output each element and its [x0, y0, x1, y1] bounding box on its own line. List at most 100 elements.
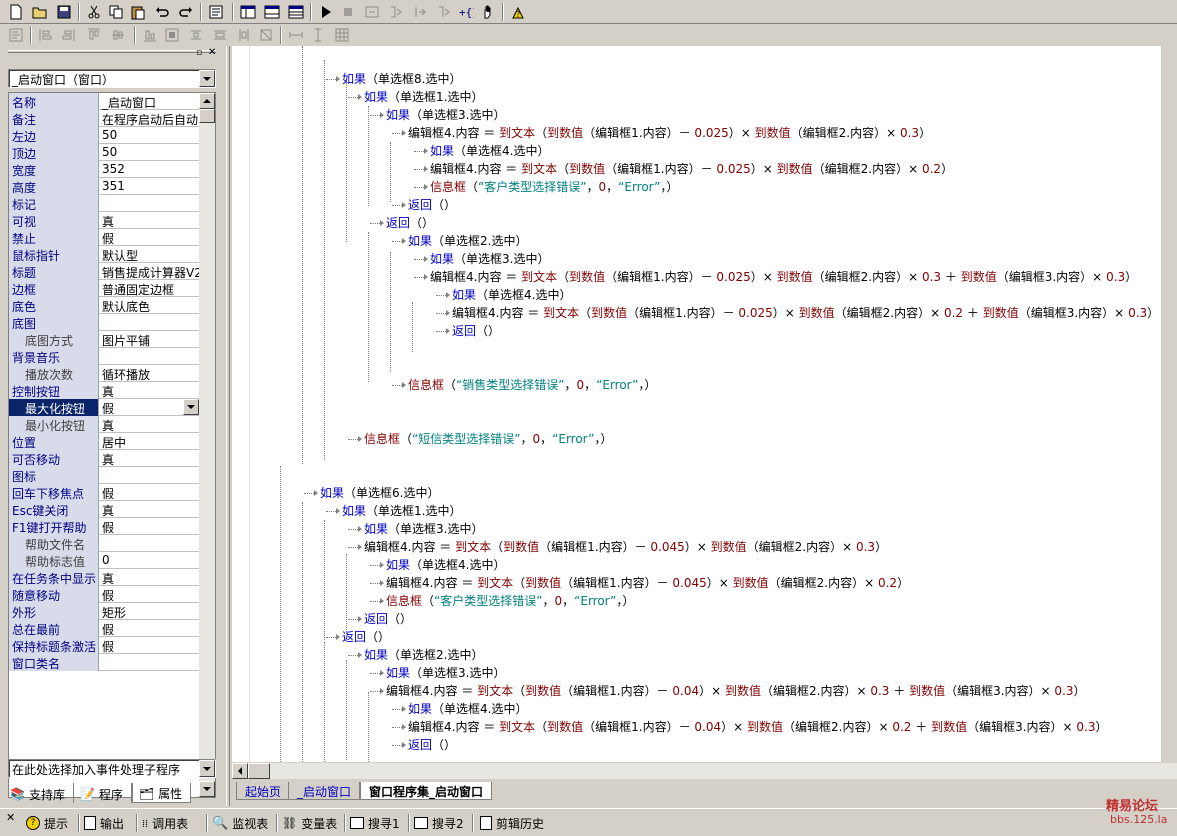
event-selector[interactable]: 在此处选择加入事件处理子程序: [8, 759, 216, 778]
property-row[interactable]: 可视真: [9, 212, 199, 229]
code-line[interactable]: 如果（单选框4.选中）: [452, 288, 571, 302]
code-line[interactable]: 返回（）: [452, 324, 500, 338]
same-width-icon[interactable]: [210, 25, 230, 45]
property-value[interactable]: 默认型: [100, 246, 199, 263]
step-into-icon[interactable]: [362, 2, 382, 22]
property-value[interactable]: 假: [100, 637, 199, 654]
align-center-v-icon[interactable]: [108, 25, 128, 45]
tab-support-library[interactable]: 📚 支持库: [4, 783, 74, 803]
code-line[interactable]: 信息框（“短信类型选择错误”，0，“Error”，）: [364, 432, 612, 446]
code-line[interactable]: 如果（单选框3.选中）: [386, 666, 505, 680]
grid-icon[interactable]: [332, 25, 352, 45]
new-file-icon[interactable]: [6, 2, 26, 22]
panel-close-icon[interactable]: ✕: [208, 48, 216, 58]
property-value[interactable]: 矩形: [100, 603, 199, 620]
property-row[interactable]: 窗口类名: [9, 654, 199, 671]
property-row[interactable]: 底图方式 图片平铺: [9, 331, 199, 348]
property-row[interactable]: 回车下移焦点假: [9, 484, 199, 501]
code-line[interactable]: 如果（单选框8.选中）: [342, 72, 461, 86]
code-hscroll[interactable]: [232, 762, 1177, 779]
property-row[interactable]: 宽度 352: [9, 161, 199, 178]
code-line[interactable]: 编辑框4.内容 ＝ 到文本（到数值（编辑框1.内容）－ 0.045）× 到数值（…: [364, 540, 887, 554]
layout1-icon[interactable]: [238, 2, 258, 22]
code-line[interactable]: 信息框（“客户类型选择错误”，0，“Error”，）: [386, 594, 634, 608]
variables-button[interactable]: ⛓ 变量表: [282, 813, 337, 833]
property-value[interactable]: 351: [100, 178, 199, 195]
scroll-left-icon[interactable]: [232, 763, 248, 779]
same-height-icon[interactable]: [234, 25, 254, 45]
layout3-icon[interactable]: [286, 2, 306, 22]
call-stack-button[interactable]: ⁞⁞ 调用表: [142, 813, 188, 833]
align-right-icon[interactable]: [58, 25, 78, 45]
property-value[interactable]: 循环播放: [100, 365, 199, 382]
save-icon[interactable]: [54, 2, 74, 22]
space-h-icon[interactable]: [286, 25, 306, 45]
property-row[interactable]: 位置 居中: [9, 433, 199, 450]
property-value[interactable]: 假: [100, 586, 199, 603]
panel-grip[interactable]: [8, 50, 216, 53]
scroll-up-icon[interactable]: [199, 93, 215, 109]
run-icon[interactable]: [316, 2, 336, 22]
property-value[interactable]: 假: [100, 229, 199, 246]
property-value[interactable]: 真: [100, 501, 199, 518]
property-row[interactable]: Esc键关闭真: [9, 501, 199, 518]
property-value[interactable]: 50: [100, 127, 199, 144]
code-line[interactable]: 返回（）: [364, 612, 412, 626]
align-center-h-icon[interactable]: [36, 25, 56, 45]
property-value[interactable]: 假: [100, 484, 199, 501]
code-line[interactable]: 信息框（“客户类型选择错误”，0，“Error”，）: [430, 180, 678, 194]
property-value[interactable]: 在程序启动后自动: [100, 110, 199, 127]
panel-pin-icon[interactable]: ▫: [196, 49, 202, 58]
property-value[interactable]: 普通固定边框: [100, 280, 199, 297]
property-row[interactable]: 播放次数 循环播放: [9, 365, 199, 382]
property-value[interactable]: 假: [100, 518, 199, 535]
code-line[interactable]: 编辑框4.内容 ＝ 到文本（到数值（编辑框1.内容）－ 0.04）× 到数值（编…: [386, 684, 1086, 698]
property-value[interactable]: 真: [100, 569, 199, 586]
cut-icon[interactable]: [84, 2, 104, 22]
property-value[interactable]: [100, 467, 199, 484]
same-size-icon[interactable]: [256, 25, 276, 45]
code-line[interactable]: 编辑框4.内容 ＝ 到文本（到数值（编辑框1.内容）－ 0.025）× 到数值（…: [408, 126, 931, 140]
property-row[interactable]: 鼠标指针 默认型: [9, 246, 199, 263]
property-row[interactable]: 底图: [9, 314, 199, 331]
panel-splitter[interactable]: [226, 46, 230, 806]
property-row[interactable]: 顶边 50: [9, 144, 199, 161]
property-row[interactable]: 高度 351: [9, 178, 199, 195]
property-row[interactable]: 帮助文件名: [9, 535, 199, 552]
property-value[interactable]: [100, 348, 199, 365]
property-grid-scrollbar[interactable]: [199, 93, 215, 797]
property-row[interactable]: 边框 普通固定边框: [9, 280, 199, 297]
code-line[interactable]: 编辑框4.内容 ＝ 到文本（到数值（编辑框1.内容）－ 0.045）× 到数值（…: [386, 576, 909, 590]
space-v-icon[interactable]: [308, 25, 328, 45]
output-button[interactable]: 输出: [84, 813, 124, 833]
scroll-thumb[interactable]: [199, 109, 215, 123]
code-line[interactable]: 返回（）: [386, 216, 434, 230]
run-to-cursor-icon[interactable]: [434, 2, 454, 22]
code-line[interactable]: 如果（单选框2.选中）: [408, 234, 527, 248]
align-bottom-icon[interactable]: [140, 25, 160, 45]
help-icon[interactable]: ?: [508, 2, 528, 22]
property-value[interactable]: [100, 195, 199, 212]
center-v-icon[interactable]: [186, 25, 206, 45]
tab-window-assembly[interactable]: 窗口程序集_启动窗口: [360, 782, 493, 800]
hscroll-thumb[interactable]: [248, 763, 270, 779]
code-line[interactable]: 如果（单选框4.选中）: [408, 702, 527, 716]
chevron-down-icon[interactable]: [199, 70, 215, 87]
property-row[interactable]: 标记: [9, 195, 199, 212]
stop-icon[interactable]: [338, 2, 358, 22]
close-icon[interactable]: ✕: [6, 811, 15, 824]
code-line[interactable]: 如果（单选框3.选中）: [386, 108, 505, 122]
step-out-icon[interactable]: [410, 2, 430, 22]
copy-icon[interactable]: [106, 2, 126, 22]
align-left-icon[interactable]: [6, 25, 26, 45]
open-folder-icon[interactable]: [30, 2, 50, 22]
code-line[interactable]: 如果（单选框3.选中）: [364, 522, 483, 536]
property-value[interactable]: 真: [100, 212, 199, 229]
property-row[interactable]: 背景音乐: [9, 348, 199, 365]
tab-start-page[interactable]: 起始页: [236, 782, 291, 800]
hint-button[interactable]: ? 提示: [26, 813, 68, 833]
property-value[interactable]: [100, 535, 199, 552]
property-value[interactable]: 销售提成计算器V2: [100, 263, 199, 280]
code-line[interactable]: 编辑框4.内容 ＝ 到文本（到数值（编辑框1.内容）－ 0.025）× 到数值（…: [452, 306, 1159, 320]
tab-startup-window[interactable]: _启动窗口: [288, 782, 361, 800]
